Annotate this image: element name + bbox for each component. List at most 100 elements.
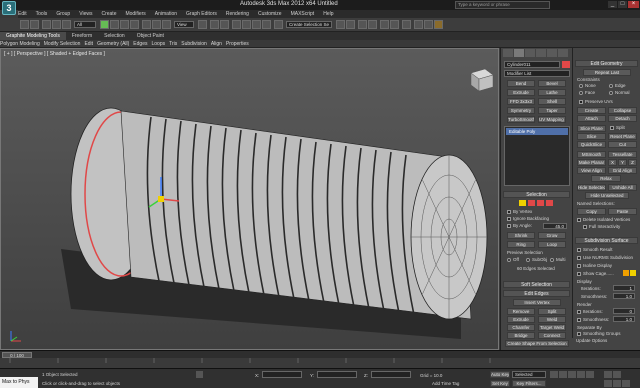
ribbon-item-properties[interactable]: Properties [226, 40, 249, 48]
constraint-face-radio[interactable] [579, 91, 583, 95]
make-planar-button[interactable]: Make Planar [577, 159, 606, 166]
detach-button[interactable]: Detach [608, 115, 637, 122]
previous-frame-icon[interactable] [559, 371, 567, 378]
full-interactivity-checkbox[interactable] [583, 225, 587, 229]
ribbon-item-modify-selection[interactable]: Modify Selection [44, 40, 81, 48]
edit-edges-rollout-header[interactable]: Edit Edges [503, 290, 570, 297]
ribbon-item-edges[interactable]: Edges [133, 40, 147, 48]
hierarchy-tab-icon[interactable] [525, 49, 535, 57]
curve-editor-icon[interactable] [380, 20, 389, 29]
slice-plane-button[interactable]: Slice Plane [577, 125, 606, 132]
polygon-mode-icon[interactable] [546, 200, 553, 206]
by-angle-spinner[interactable]: 45.0 [543, 223, 567, 229]
bevel-button[interactable]: Bevel [538, 80, 566, 87]
menu-modifiers[interactable]: Modifiers [125, 10, 145, 18]
lock-selection-icon[interactable] [196, 371, 203, 378]
window-crossing-icon[interactable] [130, 20, 139, 29]
split-edge-button[interactable]: Split [538, 308, 566, 315]
weld-button[interactable]: Weld [538, 316, 566, 323]
percent-snap-icon[interactable] [252, 20, 261, 29]
edit-named-selection-icon[interactable] [274, 20, 283, 29]
object-name-field[interactable]: Cylinder011 [504, 61, 560, 68]
menu-rendering[interactable]: Rendering [226, 10, 249, 18]
reference-coordinate-dropdown[interactable]: View [174, 21, 194, 28]
ribbon-item-polygon-modeling[interactable]: Polygon Modeling [0, 40, 40, 48]
delete-isolated-checkbox[interactable] [577, 218, 581, 222]
key-filters-button[interactable]: Key Filters... [512, 380, 546, 387]
msmooth-button[interactable]: MSmooth [577, 151, 606, 158]
display-iterations-spinner[interactable]: 1 [613, 285, 635, 291]
modifier-list-dropdown[interactable]: Modifier List [504, 70, 570, 77]
set-key-button[interactable]: Set Key [490, 380, 510, 387]
repeat-last-button[interactable]: Repeat Last [583, 69, 631, 76]
border-mode-icon[interactable] [537, 200, 544, 206]
zoom-all-icon[interactable] [613, 371, 621, 378]
planar-x-button[interactable]: X [608, 159, 617, 166]
collapse-button[interactable]: Collapse [608, 107, 637, 114]
maximize-button[interactable]: □ [618, 1, 627, 8]
connect-button[interactable]: Connect [538, 332, 566, 339]
z-coordinate-field[interactable] [371, 371, 411, 378]
uv-mapping-button[interactable]: UV Mapping Clr [538, 116, 566, 123]
edge-mode-icon[interactable] [528, 200, 535, 206]
shrink-button[interactable]: Shrink [507, 232, 535, 239]
selected-key-dropdown[interactable]: Selected [512, 371, 546, 378]
menu-group[interactable]: Group [56, 10, 70, 18]
auto-key-button[interactable]: Auto Key [490, 371, 510, 378]
stack-item-editable-poly[interactable]: Editable Poly [506, 128, 568, 135]
layer-manager-icon[interactable] [358, 20, 367, 29]
ribbon-tab-object-paint[interactable]: Object Paint [131, 32, 170, 40]
smoothing-groups-checkbox[interactable] [577, 332, 581, 336]
scale-icon[interactable] [162, 20, 171, 29]
create-shape-button[interactable]: Create Shape From Selection [505, 340, 569, 347]
shell-button[interactable]: Shell [538, 98, 566, 105]
maxscript-listener[interactable]: Max to Phys [0, 377, 38, 388]
tessellate-button[interactable]: Tessellate [608, 151, 637, 158]
motion-tab-icon[interactable] [536, 49, 546, 57]
selection-rollout-header[interactable]: Selection [503, 191, 570, 198]
insert-vertex-button[interactable]: Insert Vertex [513, 299, 561, 306]
ring-button[interactable]: Ring [507, 241, 535, 248]
planar-y-button[interactable]: Y [618, 159, 627, 166]
perspective-viewport[interactable]: [ + ] [ Perspective ] [ Shaded + Edged F… [0, 48, 499, 350]
remove-button[interactable]: Remove [507, 308, 535, 315]
by-angle-checkbox[interactable] [507, 224, 511, 228]
orbit-icon[interactable] [613, 380, 621, 387]
bind-icon[interactable] [62, 20, 71, 29]
pan-icon[interactable] [604, 380, 612, 387]
track-bar[interactable] [0, 358, 500, 368]
cage-color-swatch-1[interactable] [623, 270, 629, 276]
play-icon[interactable] [568, 371, 576, 378]
show-cage-checkbox[interactable] [577, 272, 581, 276]
bridge-button[interactable]: Bridge [507, 332, 535, 339]
bend-button[interactable]: Bend [507, 80, 535, 87]
search-field[interactable]: Type a keyword or phrase [455, 1, 550, 9]
render-iterations-spinner[interactable]: 0 [613, 308, 635, 314]
schematic-view-icon[interactable] [390, 20, 399, 29]
loop-button[interactable]: Loop [538, 241, 566, 248]
render-production-icon[interactable] [434, 20, 443, 29]
spinner-snap-icon[interactable] [262, 20, 271, 29]
render-iterations-checkbox[interactable] [577, 310, 581, 314]
unhide-all-button[interactable]: Unhide All [608, 184, 637, 191]
menu-views[interactable]: Views [79, 10, 92, 18]
rotate-icon[interactable] [152, 20, 161, 29]
soft-selection-rollout-header[interactable]: Soft Selection [503, 281, 570, 288]
graphite-toggle-icon[interactable] [368, 20, 377, 29]
smooth-result-checkbox[interactable] [577, 248, 581, 252]
manipulate-icon[interactable] [210, 20, 219, 29]
display-tab-icon[interactable] [547, 49, 557, 57]
menu-animation[interactable]: Animation [155, 10, 177, 18]
app-logo-icon[interactable]: 3 [2, 1, 16, 15]
slice-button[interactable]: Slice [577, 133, 606, 140]
quickslice-button[interactable]: QuickSlice [577, 141, 606, 148]
ribbon-tab-graphite-modeling-tools[interactable]: Graphite Modeling Tools [0, 32, 66, 40]
ffd-button[interactable]: FFD 3x3x3 [507, 98, 535, 105]
preview-multi-radio[interactable] [550, 258, 554, 262]
rectangle-select-icon[interactable] [120, 20, 129, 29]
ribbon-item-loops[interactable]: Loops [151, 40, 165, 48]
preview-subobj-radio[interactable] [526, 258, 530, 262]
view-align-button[interactable]: View Align [577, 167, 606, 174]
render-smoothness-checkbox[interactable] [577, 318, 581, 322]
constraint-none-radio[interactable] [579, 84, 583, 88]
